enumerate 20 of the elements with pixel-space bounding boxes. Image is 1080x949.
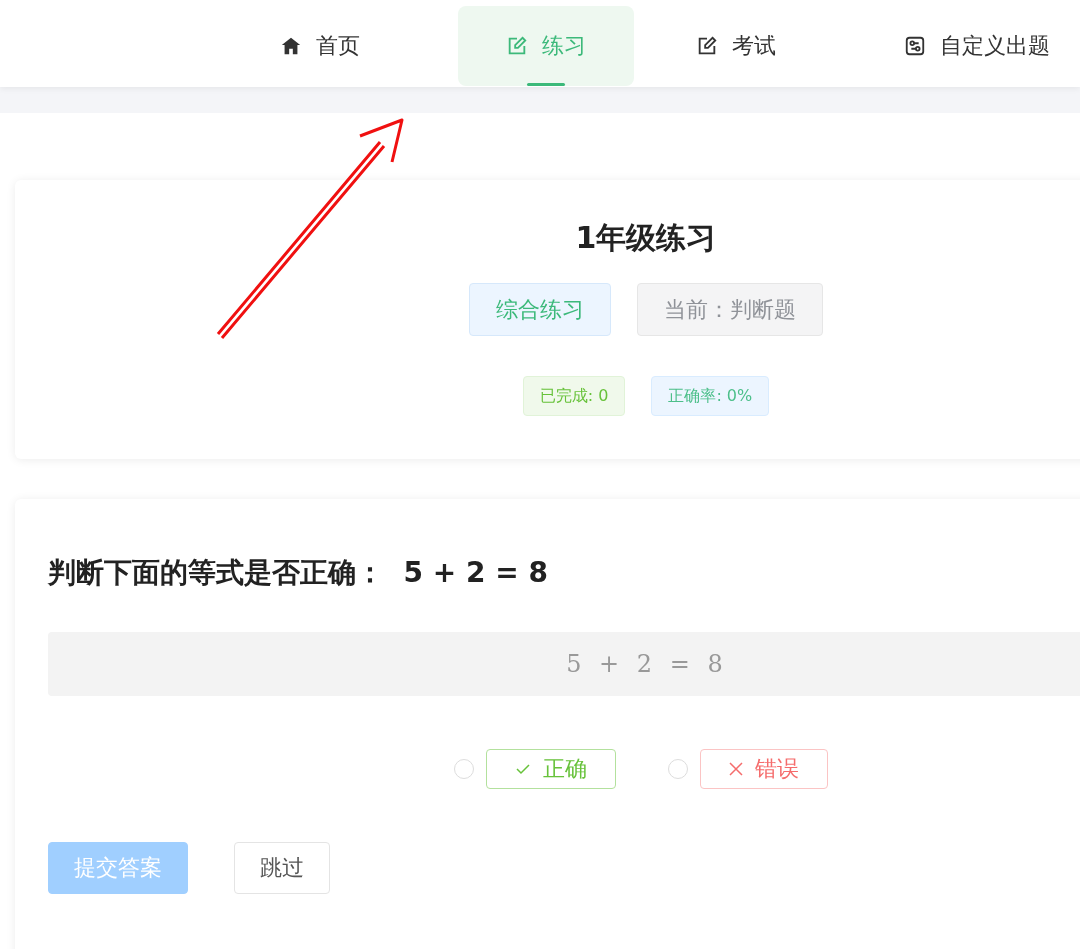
equation-text: 5 + 2 = 8 [566, 650, 726, 678]
stat-tag: 已完成: 0 [522, 376, 626, 416]
active-underline [527, 83, 565, 86]
radio-button[interactable] [454, 759, 474, 779]
practice-title: 1年级练习 [575, 219, 717, 257]
edit-icon [506, 35, 528, 57]
question-prompt: 判断下面的等式是否正确： 5 + 2 = 8 [48, 555, 549, 591]
nav-tab[interactable]: 首页 [250, 6, 390, 86]
current-type-tag: 当前：判断题 [637, 283, 823, 336]
radio-button[interactable] [668, 759, 688, 779]
sliders-icon [904, 35, 926, 57]
close-icon [729, 762, 743, 776]
nav-tab[interactable]: 考试 [666, 6, 806, 86]
skip-button[interactable]: 跳过 [234, 842, 330, 894]
nav-tab[interactable]: 自定义出题 [874, 6, 1080, 86]
mode-tag: 综合练习 [469, 283, 611, 336]
home-icon [280, 35, 302, 57]
edit-icon [696, 35, 718, 57]
check-icon [515, 761, 531, 777]
stat-tag: 正确率: 0% [651, 376, 770, 416]
